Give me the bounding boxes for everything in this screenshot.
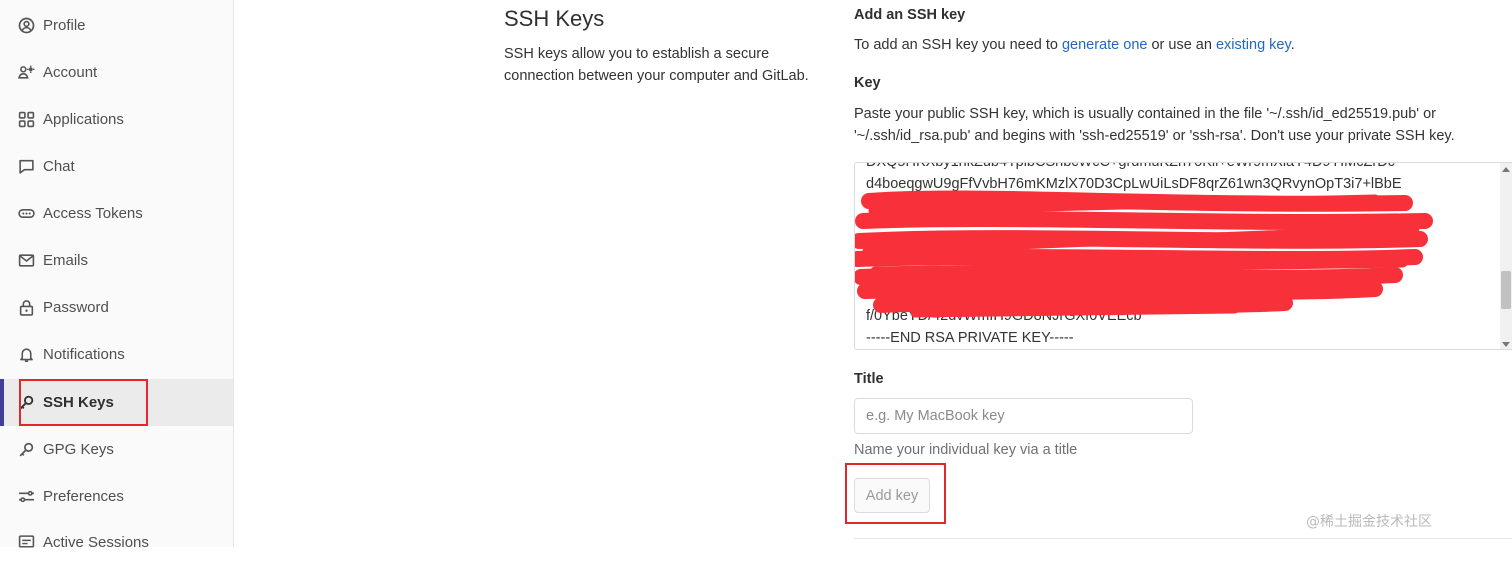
sidebar-item-label: GPG Keys — [43, 441, 114, 458]
section-title: SSH Keys — [504, 6, 605, 31]
key-help-text: Paste your public SSH key, which is usua… — [854, 106, 1455, 144]
sidebar-item-label: Applications — [43, 111, 124, 128]
lock-icon — [17, 299, 35, 317]
sidebar-item-label: Account — [43, 64, 98, 81]
sidebar-item-emails[interactable]: Emails — [0, 237, 233, 284]
title-label: Title — [854, 371, 884, 387]
generate-key-link[interactable]: generate one — [1062, 37, 1147, 53]
settings-sidebar: Profile Account Applications Chat Access… — [0, 0, 234, 551]
form-intro: To add an SSH key you need to generate o… — [854, 34, 1295, 56]
sidebar-item-chat[interactable]: Chat — [0, 143, 233, 190]
intro-prefix: To add an SSH key you need to — [854, 37, 1062, 53]
applications-icon — [17, 111, 35, 129]
intro-suffix: . — [1290, 37, 1295, 53]
sessions-icon — [17, 534, 35, 552]
profile-icon — [17, 17, 35, 35]
sidebar-item-label: Password — [43, 299, 109, 316]
scroll-up-arrow-icon[interactable] — [1502, 167, 1510, 172]
sidebar-item-applications[interactable]: Applications — [0, 96, 233, 143]
sidebar-item-preferences[interactable]: Preferences — [0, 473, 233, 520]
sidebar-item-label: Profile — [43, 17, 86, 34]
sidebar-item-access-tokens[interactable]: Access Tokens — [0, 190, 233, 237]
key-textarea-scrollbar[interactable] — [1500, 163, 1512, 349]
sidebar-item-account[interactable]: Account — [0, 49, 233, 96]
annotation-box-ssh-keys — [19, 379, 148, 426]
sidebar-item-label: Preferences — [43, 488, 124, 505]
key-label: Key — [854, 75, 881, 91]
existing-key-link[interactable]: existing key — [1216, 37, 1291, 53]
scrollbar-thumb[interactable] — [1501, 271, 1511, 309]
sidebar-item-profile[interactable]: Profile — [0, 2, 233, 49]
bell-icon — [17, 346, 35, 364]
form-heading: Add an SSH key — [854, 7, 966, 23]
intro-middle: or use an — [1147, 37, 1216, 53]
divider — [854, 538, 1512, 539]
chat-icon — [17, 158, 35, 176]
sidebar-item-notifications[interactable]: Notifications — [0, 331, 233, 378]
sidebar-item-gpg-keys[interactable]: GPG Keys — [0, 426, 233, 473]
watermark: @稀土掘金技术社区 — [1306, 514, 1432, 530]
sidebar-item-label: Chat — [43, 158, 75, 175]
key-textarea[interactable]: DXQ5HKXby1hkZub4YpibCShbcWcC+grdmuKZn7oK… — [854, 162, 1512, 350]
title-input[interactable] — [854, 398, 1193, 434]
add-key-button[interactable]: Add key — [854, 478, 930, 513]
token-icon — [17, 205, 35, 223]
sidebar-item-label: Emails — [43, 252, 89, 269]
email-icon — [17, 252, 35, 270]
scroll-down-arrow-icon[interactable] — [1502, 342, 1510, 347]
key-icon — [17, 441, 35, 459]
redaction-scribble — [855, 190, 1433, 318]
section-description: SSH keys allow you to establish a secure… — [504, 46, 809, 84]
sidebar-item-label: Access Tokens — [43, 205, 143, 222]
sidebar-item-active-sessions[interactable]: Active Sessions — [0, 519, 233, 566]
sidebar-item-label: Notifications — [43, 346, 125, 363]
sidebar-item-label: Active Sessions — [43, 534, 149, 551]
sidebar-item-password[interactable]: Password — [0, 284, 233, 331]
account-icon — [17, 64, 35, 82]
title-help-text: Name your individual key via a title — [854, 442, 1078, 458]
preferences-icon — [17, 488, 35, 506]
